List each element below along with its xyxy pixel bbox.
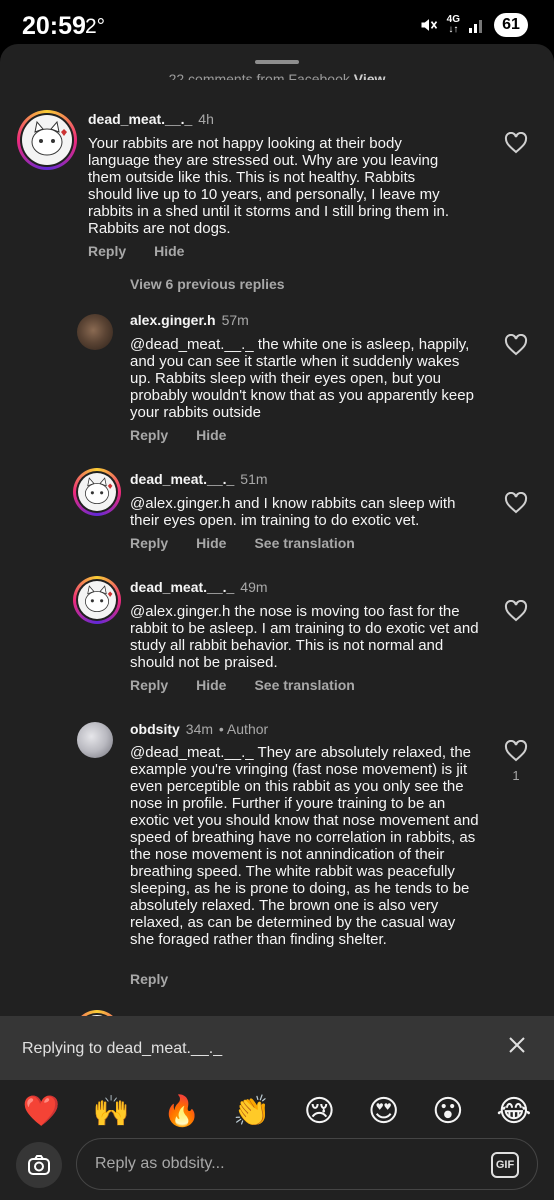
view-previous-replies[interactable]: View 6 previous replies bbox=[130, 276, 285, 292]
reply-button[interactable]: Reply bbox=[130, 677, 168, 693]
comment-actions: Reply bbox=[130, 971, 196, 987]
emoji-surprised[interactable]: 😮 bbox=[432, 1094, 463, 1129]
close-icon[interactable] bbox=[508, 1036, 526, 1054]
reply-button[interactable]: Reply bbox=[130, 427, 168, 443]
avatar[interactable] bbox=[77, 314, 113, 350]
see-translation-button[interactable]: See translation bbox=[254, 535, 354, 551]
emoji-raised-hands[interactable]: 🙌 bbox=[93, 1094, 130, 1129]
comment-header: alex.ginger.h 57m bbox=[130, 312, 249, 328]
battery-indicator: 61 bbox=[494, 13, 528, 37]
comment-header: obdsity 34m • Author bbox=[130, 721, 268, 737]
comment-actions: Reply Hide bbox=[88, 243, 212, 259]
emoji-laughing[interactable]: 😂 bbox=[496, 1094, 531, 1129]
comment-time: 49m bbox=[240, 579, 268, 595]
comment-time: 4h bbox=[198, 111, 214, 127]
camera-icon bbox=[28, 1155, 50, 1175]
reply-placeholder: Reply as obdsity... bbox=[95, 1155, 225, 1172]
reply-button[interactable]: Reply bbox=[130, 535, 168, 551]
comment-header: dead_meat.__._ 4h bbox=[88, 111, 214, 127]
comment-actions: Reply Hide See translation bbox=[130, 677, 383, 693]
username[interactable]: obdsity bbox=[130, 721, 180, 737]
hide-button[interactable]: Hide bbox=[196, 677, 226, 693]
username[interactable]: alex.ginger.h bbox=[130, 312, 216, 328]
reply-button[interactable]: Reply bbox=[130, 971, 168, 987]
author-badge: • Author bbox=[218, 721, 269, 737]
like-heart-icon[interactable] bbox=[504, 334, 528, 356]
emoji-heart-eyes[interactable]: 😍 bbox=[368, 1094, 399, 1129]
emoji-heart[interactable]: ❤️ bbox=[22, 1094, 59, 1129]
status-time: 20:59 bbox=[22, 12, 86, 40]
hide-button[interactable]: Hide bbox=[196, 427, 226, 443]
comment-text: @alex.ginger.h and I know rabbits can sl… bbox=[130, 495, 456, 529]
username[interactable]: dead_meat.__._ bbox=[88, 111, 192, 127]
comment-header: dead_meat.__._ 49m bbox=[130, 579, 268, 595]
like-heart-icon[interactable] bbox=[504, 600, 528, 622]
drag-handle[interactable] bbox=[255, 60, 299, 64]
reply-input[interactable]: Reply as obdsity... GIF bbox=[76, 1138, 538, 1190]
comment-actions: Reply Hide bbox=[130, 427, 254, 443]
comment-actions: Reply Hide See translation bbox=[130, 535, 383, 551]
signal-icon bbox=[469, 20, 482, 33]
replying-banner: Replying to dead_meat.__._ bbox=[0, 1016, 554, 1080]
hide-button[interactable]: Hide bbox=[154, 243, 184, 259]
avatar[interactable] bbox=[73, 576, 121, 624]
see-translation-button[interactable]: See translation bbox=[254, 677, 354, 693]
like-heart-icon[interactable] bbox=[504, 132, 528, 154]
network-icon: 4G ↓↑ bbox=[446, 14, 460, 35]
cat-avatar-icon bbox=[85, 585, 113, 612]
view-link[interactable]: View bbox=[354, 71, 386, 80]
comment-text: @dead_meat.__._ They are absolutely rela… bbox=[130, 744, 479, 948]
avatar[interactable] bbox=[17, 110, 77, 170]
avatar[interactable] bbox=[73, 468, 121, 516]
replying-to-text: Replying to dead_meat.__._ bbox=[22, 1040, 223, 1057]
cat-avatar-icon bbox=[31, 120, 67, 156]
emoji-quick-bar: ❤️ 🙌 🔥 👏 😢 😍 😮 😂 bbox=[0, 1080, 554, 1142]
comment-time: 34m bbox=[185, 721, 214, 737]
comment-composer: Reply as obdsity... GIF bbox=[0, 1134, 554, 1200]
camera-button[interactable] bbox=[16, 1142, 62, 1188]
comment-header: dead_meat.__._ 51m bbox=[130, 471, 268, 487]
comment-time: 51m bbox=[240, 471, 268, 487]
comment-text: @alex.ginger.h the nose is moving too fa… bbox=[130, 603, 479, 671]
emoji-fire[interactable]: 🔥 bbox=[163, 1094, 200, 1129]
hide-button[interactable]: Hide bbox=[196, 535, 226, 551]
emoji-crying[interactable]: 😢 bbox=[304, 1094, 335, 1129]
status-temperature: 2° bbox=[85, 15, 106, 38]
username[interactable]: dead_meat.__._ bbox=[130, 471, 234, 487]
like-heart-icon[interactable] bbox=[504, 492, 528, 514]
mute-icon bbox=[421, 19, 437, 31]
comment-text: @dead_meat.__._ the white one is asleep,… bbox=[130, 336, 474, 421]
reply-button[interactable]: Reply bbox=[88, 243, 126, 259]
cat-avatar-icon bbox=[85, 477, 113, 504]
emoji-clap[interactable]: 👏 bbox=[233, 1094, 270, 1129]
like-heart-icon[interactable] bbox=[504, 740, 528, 762]
status-icons: 4G ↓↑ 61 bbox=[419, 13, 528, 37]
comment-time: 57m bbox=[221, 312, 249, 328]
username[interactable]: dead_meat.__._ bbox=[130, 579, 234, 595]
avatar[interactable] bbox=[77, 722, 113, 758]
gif-button[interactable]: GIF bbox=[491, 1152, 519, 1178]
like-count: 1 bbox=[512, 768, 520, 783]
comment-text: Your rabbits are not happy looking at th… bbox=[88, 135, 449, 237]
comments-count-header: 22 comments from Facebook View bbox=[0, 66, 554, 80]
